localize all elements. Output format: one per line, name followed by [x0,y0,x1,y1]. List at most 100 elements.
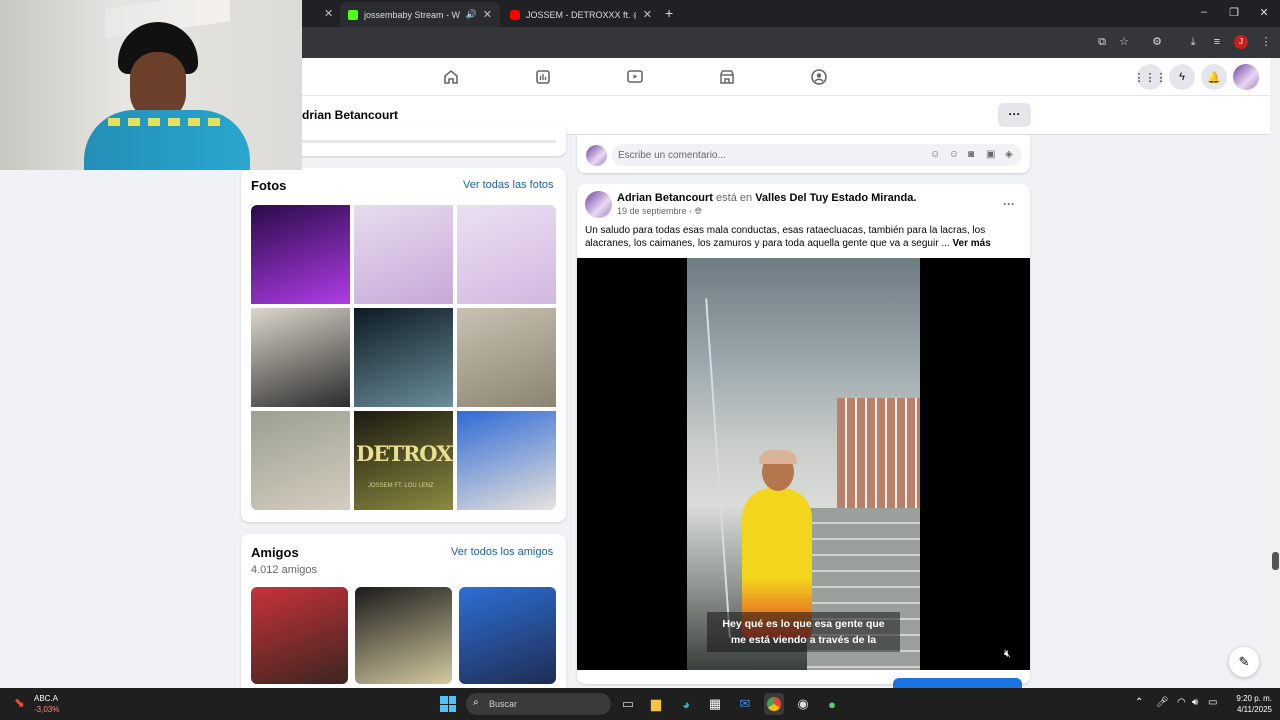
store-icon[interactable]: ▦ [705,693,725,715]
install-app-icon[interactable]: ⧉ [1095,35,1109,49]
volume-icon[interactable]: 🔊︎ [1192,697,1198,708]
see-all-friends-link[interactable]: Ver todos los amigos [451,546,553,558]
video-icon[interactable] [626,68,644,86]
photo-thumbnail[interactable] [251,205,350,304]
see-all-photos-link[interactable]: Ver todas las fotos [463,179,554,191]
clock-time[interactable]: 9:20 p. m. [1232,694,1272,703]
notifications-bell-icon[interactable]: 🔔 [1201,64,1227,90]
profile-avatar[interactable]: J [1234,35,1248,49]
person-cap [759,450,797,464]
start-q1 [440,696,448,704]
marketplace-icon[interactable] [718,68,736,86]
microphone-icon[interactable]: 🎤︎ [1156,697,1169,708]
minimize-icon[interactable]: – [1197,6,1211,18]
messenger-icon[interactable]: ϟ [1169,64,1195,90]
apps-menu-icon[interactable]: ⋮⋮⋮ [1134,64,1167,90]
download-icon[interactable]: ⤓ [1186,35,1200,49]
chrome-menu-icon[interactable]: ⋮ [1259,35,1273,49]
chrome-icon[interactable] [764,693,784,715]
stock-widget-icon[interactable]: ⬊ [14,695,25,711]
post-place[interactable]: Valles Del Tuy Estado Miranda. [755,192,916,204]
subtitle-line-2: me está viendo a través de la [730,634,877,646]
tab-close-icon[interactable]: ✕ [483,8,492,21]
post-author[interactable]: Adrian Betancourt [617,192,713,204]
streamlabs-icon[interactable]: ● [822,693,842,715]
tab-close-left[interactable]: ✕ [324,7,333,20]
battery-icon[interactable]: ▭ [1208,697,1217,708]
browser-tab-youtube[interactable]: JOSSEM - DETROXXX ft. @Loul ✕ [502,2,660,27]
start-q2 [448,696,456,704]
see-more-link[interactable]: Ver más [952,238,990,249]
edge-icon[interactable]: ◕ [676,693,696,715]
photo-thumbnail[interactable] [354,308,453,407]
groups-icon[interactable] [810,68,828,86]
tray-chevron-icon[interactable]: ⌃ [1135,697,1143,708]
wifi-icon[interactable]: ◠ [1177,697,1186,708]
photo-thumbnail[interactable] [457,411,556,510]
photo-thumbnail[interactable] [251,411,350,510]
stock-name[interactable]: ABC.A [34,694,58,703]
compose-icon[interactable]: ✎ [1229,647,1259,677]
post-author-avatar[interactable] [585,191,612,218]
friend-photo[interactable] [355,587,452,684]
close-window-icon[interactable]: ✕ [1257,6,1271,19]
photo-thumbnail[interactable] [354,205,453,304]
friend-photo[interactable] [459,587,556,684]
webcam-stripes [108,118,228,126]
stair-rails [705,298,731,638]
tab-close-icon[interactable]: ✕ [643,8,652,21]
camera-icon[interactable]: ◙ [968,149,974,160]
friend-photo[interactable] [251,587,348,684]
photo-title-text: DETROXX [356,441,453,466]
tab-label: jossembaby Stream - Watch [364,9,460,20]
gif-icon[interactable]: ▣ [986,149,995,160]
extensions-icon[interactable]: ⚙ [1150,35,1164,49]
youtube-favicon-icon [510,9,520,20]
sticker-icon[interactable]: ☺ [930,149,940,160]
comment-avatar [586,145,607,166]
speaker-icon[interactable]: 🔊 [466,9,477,20]
new-tab-button[interactable]: + [665,5,673,21]
page-scrollbar[interactable] [1270,58,1280,688]
comment-placeholder: Escribe un comentario... [618,150,726,161]
scrollbar-thumb[interactable] [1272,552,1279,570]
photo-thumbnail[interactable] [251,308,350,407]
profile-more-button[interactable]: ··· [998,103,1031,127]
search-icon: ⌕ [473,697,479,708]
kick-favicon-icon [348,9,358,20]
browser-tab-kick[interactable]: jossembaby Stream - Watch 🔊 ✕ [340,2,500,27]
subtitle-line-1: Hey qué es lo que esa gente que [722,618,885,630]
video-frame [687,258,920,670]
photo-thumbnail[interactable] [457,308,556,407]
post-menu-button[interactable]: ··· [1003,197,1015,211]
media-control-icon[interactable]: ≡ [1210,35,1224,49]
avatar-sticker-icon[interactable]: ◈ [1005,149,1013,160]
stock-change: -3,03% [34,705,60,714]
task-view-icon[interactable]: ▭ [618,693,638,715]
clock-date[interactable]: 4/11/2025 [1226,705,1272,714]
restore-icon[interactable]: ❐ [1227,6,1241,19]
photo-subtitle-text: JOSSEM FT. LOU LENZ [368,483,434,489]
feeds-icon[interactable] [534,68,552,86]
bookmark-star-icon[interactable]: ☆ [1117,35,1131,49]
account-avatar[interactable] [1233,64,1259,90]
emoji-icon[interactable]: ☺ [949,149,959,160]
home-icon[interactable] [442,68,460,86]
photo-grid: DETROXX JOSSEM FT. LOU LENZ [251,205,556,510]
obs-icon[interactable]: ◉ [793,693,813,715]
post-header-line: Adrian Betancourt está en Valles Del Tuy… [617,192,916,204]
photo-thumbnail[interactable]: DETROXX JOSSEM FT. LOU LENZ [354,411,453,510]
file-explorer-icon[interactable]: ▆ [646,693,666,715]
post-action-button[interactable] [893,678,1022,688]
chrome-logo [767,697,781,711]
taskbar-search[interactable] [466,693,611,715]
mute-icon[interactable]: 🔇︎ [1004,648,1011,661]
outlook-icon[interactable]: ✉ [735,693,755,715]
video-subtitles: Hey qué es lo que esa gente que me está … [707,612,900,652]
photo-thumbnail[interactable] [457,205,556,304]
post-date[interactable]: 19 de septiembre · [617,206,692,216]
windows-start-icon[interactable] [440,696,456,712]
start-q3 [440,704,448,712]
windows-taskbar [0,688,1280,720]
globe-icon: 🌐︎ [694,206,702,216]
